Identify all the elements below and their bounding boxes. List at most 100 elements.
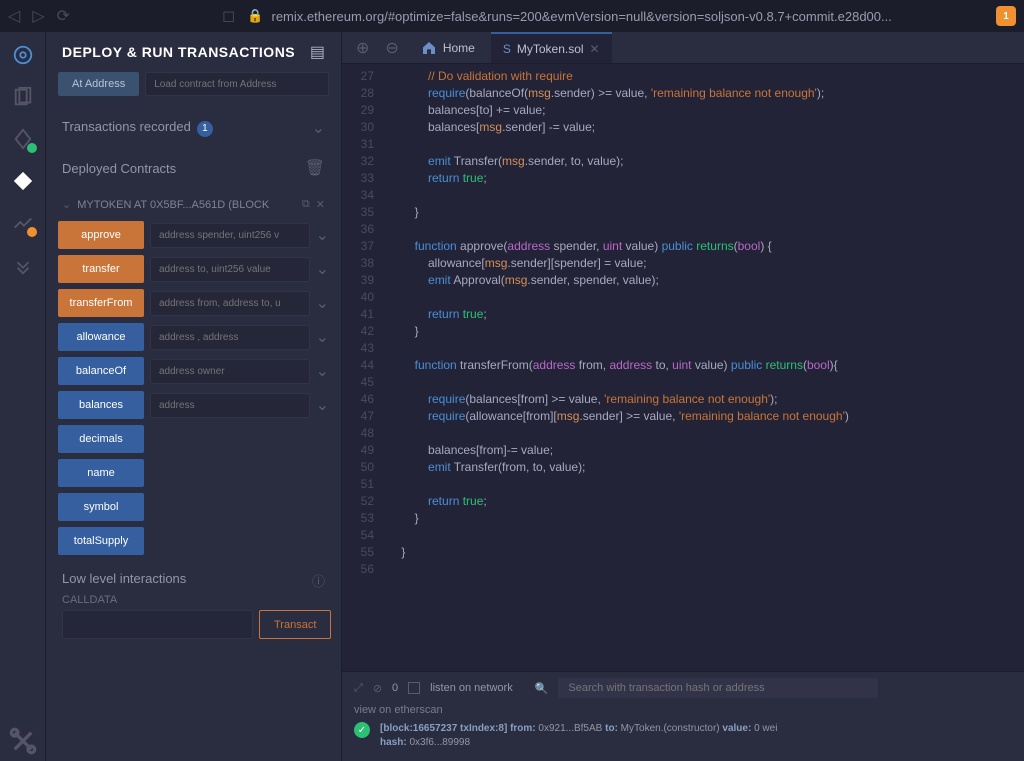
function-input-allowance[interactable] bbox=[150, 325, 310, 350]
code-line: 43 bbox=[342, 340, 1024, 357]
code-line: 33 return true; bbox=[342, 170, 1024, 187]
debugger-icon[interactable] bbox=[12, 212, 34, 234]
tab-home[interactable]: Home bbox=[409, 32, 487, 63]
function-row-balances: balances ⌄ bbox=[58, 391, 329, 419]
function-button-transferFrom[interactable]: transferFrom bbox=[58, 289, 144, 317]
function-button-balances[interactable]: balances bbox=[58, 391, 144, 419]
listen-checkbox[interactable] bbox=[408, 682, 420, 694]
function-input-balanceOf[interactable] bbox=[150, 359, 310, 384]
copy-icon[interactable]: ⧉ bbox=[302, 198, 310, 211]
function-row-transferFrom: transferFrom ⌄ bbox=[58, 289, 329, 317]
file-explorer-icon[interactable] bbox=[12, 86, 34, 108]
deploy-panel: DEPLOY & RUN TRANSACTIONS ▤ At Address T… bbox=[46, 32, 342, 761]
contract-instance-header[interactable]: ⌄ MYTOKEN AT 0X5BF...A561D (BLOCK ⧉ ✕ bbox=[46, 188, 341, 221]
trash-icon[interactable]: 🗑 bbox=[305, 158, 325, 178]
zoom-out-icon[interactable]: ⊖ bbox=[379, 38, 404, 58]
function-button-name[interactable]: name bbox=[58, 459, 144, 487]
deploy-icon[interactable] bbox=[12, 170, 34, 192]
function-row-allowance: allowance ⌄ bbox=[58, 323, 329, 351]
code-line: 28 require(balanceOf(msg.sender) >= valu… bbox=[342, 85, 1024, 102]
code-line: 35 } bbox=[342, 204, 1024, 221]
code-line: 52 return true; bbox=[342, 493, 1024, 510]
plugin-manager-icon[interactable] bbox=[12, 254, 34, 276]
terminal-log[interactable]: [block:16657237 txIndex:8] from: 0x921..… bbox=[380, 722, 777, 750]
icon-rail bbox=[0, 32, 46, 761]
transactions-recorded-row[interactable]: Transactions recorded1 ⌄ bbox=[46, 108, 341, 148]
chevron-down-icon[interactable]: ⌄ bbox=[316, 225, 329, 245]
code-line: 45 bbox=[342, 374, 1024, 391]
code-line: 47 require(allowance[from][msg.sender] >… bbox=[342, 408, 1024, 425]
info-icon[interactable]: ⓘ bbox=[312, 571, 325, 590]
at-address-input[interactable] bbox=[145, 72, 329, 96]
code-line: 39 emit Approval(msg.sender, spender, va… bbox=[342, 272, 1024, 289]
function-button-balanceOf[interactable]: balanceOf bbox=[58, 357, 144, 385]
code-line: 51 bbox=[342, 476, 1024, 493]
expand-icon[interactable]: ⤢ bbox=[354, 682, 363, 695]
chevron-down-icon[interactable]: ⌄ bbox=[62, 198, 71, 211]
code-line: 53 } bbox=[342, 510, 1024, 527]
browser-chrome: ◁ ▷ ⟳ ◻ 🔒 remix.ethereum.org/#optimize=f… bbox=[0, 0, 1024, 32]
etherscan-link[interactable]: view on etherscan bbox=[354, 704, 1012, 716]
function-button-transfer[interactable]: transfer bbox=[58, 255, 144, 283]
at-address-button[interactable]: At Address bbox=[58, 72, 139, 96]
function-button-symbol[interactable]: symbol bbox=[58, 493, 144, 521]
remix-logo-icon[interactable] bbox=[12, 44, 34, 66]
lock-icon: 🔒 bbox=[247, 8, 263, 24]
function-row-name: name bbox=[58, 459, 329, 487]
chevron-down-icon[interactable]: ⌄ bbox=[316, 327, 329, 347]
code-line: 48 bbox=[342, 425, 1024, 442]
code-line: 27 // Do validation with require bbox=[342, 68, 1024, 85]
code-line: 44 function transferFrom(address from, a… bbox=[342, 357, 1024, 374]
function-input-transferFrom[interactable] bbox=[150, 291, 310, 316]
tab-bar: ⊕ ⊖ Home S MyToken.sol ✕ bbox=[342, 32, 1024, 64]
function-button-decimals[interactable]: decimals bbox=[58, 425, 144, 453]
panel-title: DEPLOY & RUN TRANSACTIONS bbox=[62, 44, 295, 60]
reload-button[interactable]: ⟳ bbox=[57, 6, 70, 26]
code-line: 32 emit Transfer(msg.sender, to, value); bbox=[342, 153, 1024, 170]
function-row-balanceOf: balanceOf ⌄ bbox=[58, 357, 329, 385]
pending-count: 0 bbox=[392, 682, 398, 694]
zoom-in-icon[interactable]: ⊕ bbox=[350, 38, 375, 58]
success-check-icon: ✓ bbox=[354, 722, 370, 738]
code-line: 37 function approve(address spender, uin… bbox=[342, 238, 1024, 255]
docs-icon[interactable]: ▤ bbox=[310, 42, 325, 62]
code-line: 54 bbox=[342, 527, 1024, 544]
home-icon bbox=[421, 40, 437, 56]
function-row-totalSupply: totalSupply bbox=[58, 527, 329, 555]
low-level-title: Low level interactionsⓘ bbox=[62, 571, 325, 586]
solidity-icon: S bbox=[503, 42, 511, 56]
function-row-approve: approve ⌄ bbox=[58, 221, 329, 249]
compiler-icon[interactable] bbox=[12, 128, 34, 150]
function-input-balances[interactable] bbox=[150, 393, 310, 418]
terminal-search-input[interactable] bbox=[558, 678, 878, 698]
close-icon[interactable]: ✕ bbox=[316, 198, 325, 211]
function-button-approve[interactable]: approve bbox=[58, 221, 144, 249]
function-input-transfer[interactable] bbox=[150, 257, 310, 282]
search-icon[interactable]: 🔍 bbox=[535, 682, 549, 695]
transact-button[interactable]: Transact bbox=[259, 610, 331, 639]
url-text: remix.ethereum.org/#optimize=false&runs=… bbox=[272, 9, 892, 24]
chevron-down-icon[interactable]: ⌄ bbox=[316, 395, 329, 415]
back-button[interactable]: ◁ bbox=[8, 6, 20, 26]
bookmark-icon[interactable]: ◻ bbox=[222, 6, 235, 26]
shield-badge[interactable]: 1 bbox=[996, 6, 1016, 26]
clear-icon[interactable]: ⊘ bbox=[373, 682, 382, 695]
chevron-down-icon[interactable]: ⌄ bbox=[316, 259, 329, 279]
tab-mytoken[interactable]: S MyToken.sol ✕ bbox=[491, 32, 612, 63]
chevron-down-icon[interactable]: ⌄ bbox=[316, 361, 329, 381]
settings-icon[interactable] bbox=[0, 721, 46, 761]
function-button-totalSupply[interactable]: totalSupply bbox=[58, 527, 144, 555]
close-tab-icon[interactable]: ✕ bbox=[590, 42, 600, 56]
calldata-input[interactable] bbox=[62, 610, 253, 639]
function-row-symbol: symbol bbox=[58, 493, 329, 521]
terminal: ⤢ ⊘ 0 listen on network 🔍 view on ethers… bbox=[342, 671, 1024, 761]
code-line: 38 allowance[msg.sender][spender] = valu… bbox=[342, 255, 1024, 272]
url-bar[interactable]: 🔒 remix.ethereum.org/#optimize=false&run… bbox=[247, 8, 984, 24]
chevron-down-icon[interactable]: ⌄ bbox=[316, 293, 329, 313]
calldata-label: CALLDATA bbox=[62, 594, 325, 606]
function-button-allowance[interactable]: allowance bbox=[58, 323, 144, 351]
code-editor[interactable]: 27 // Do validation with require28 requi… bbox=[342, 64, 1024, 671]
code-line: 40 bbox=[342, 289, 1024, 306]
function-input-approve[interactable] bbox=[150, 223, 310, 248]
forward-button[interactable]: ▷ bbox=[32, 6, 44, 26]
